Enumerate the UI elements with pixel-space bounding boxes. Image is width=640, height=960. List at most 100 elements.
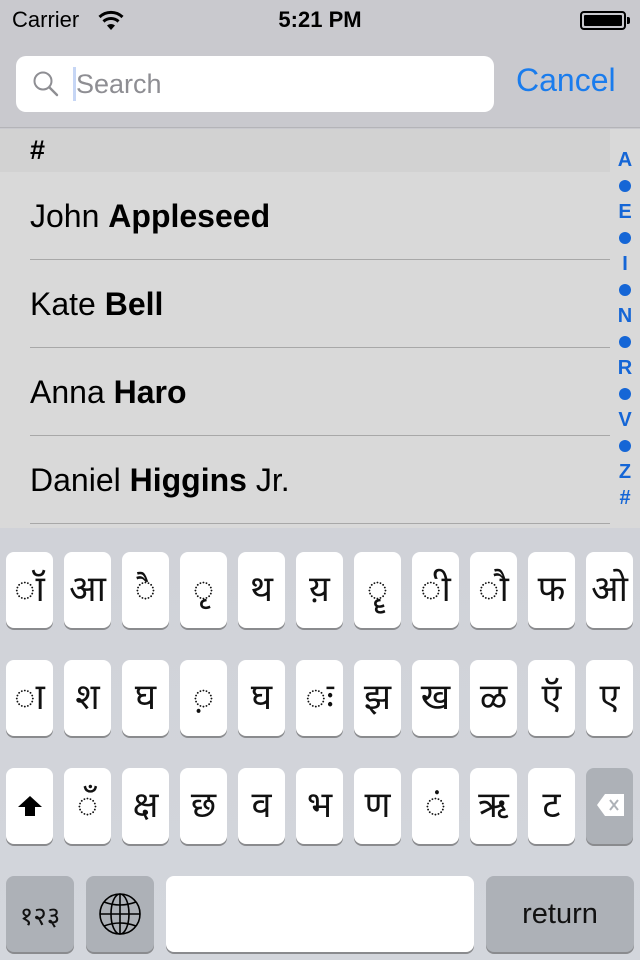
key[interactable]: ओ xyxy=(586,552,633,628)
index-letter-a[interactable]: A xyxy=(612,147,638,173)
key-label: ◌ः xyxy=(305,677,334,718)
last-name: Higgins xyxy=(129,462,247,498)
key[interactable]: ट xyxy=(528,768,575,844)
search-icon xyxy=(33,71,59,97)
key[interactable]: ए xyxy=(586,660,633,736)
key[interactable]: ऋ xyxy=(470,768,517,844)
key[interactable]: ◌ॄ xyxy=(354,552,401,628)
key-label: घ xyxy=(250,677,273,718)
clock: 5:21 PM xyxy=(278,7,362,32)
key[interactable]: ◌ी xyxy=(412,552,459,628)
key[interactable]: ◌ँ xyxy=(64,768,111,844)
key-label: झ xyxy=(363,677,392,718)
key[interactable]: ◌ृ xyxy=(180,552,227,628)
key[interactable]: आ xyxy=(64,552,111,628)
key-label: ◌ी xyxy=(420,569,451,610)
last-name: Bell xyxy=(104,286,164,322)
key-label: ◌ै xyxy=(134,569,157,610)
key-label: ◌़ xyxy=(192,677,215,718)
index-letter-v[interactable]: V xyxy=(612,407,638,433)
key[interactable]: ◌ं xyxy=(412,768,459,844)
key[interactable]: ऍ xyxy=(528,660,575,736)
key[interactable]: ◌ौ xyxy=(470,552,517,628)
space-key[interactable] xyxy=(166,876,474,952)
key-label: ए xyxy=(599,677,620,718)
contact-row[interactable]: Daniel Higgins Jr. xyxy=(0,436,610,524)
numbers-key[interactable]: १२३ xyxy=(6,876,74,952)
search-input[interactable] xyxy=(76,64,476,104)
battery-full-icon xyxy=(580,11,626,30)
section-header: # xyxy=(0,129,610,172)
key[interactable]: ◌़ xyxy=(180,660,227,736)
keyboard: ◌ॉ आ ◌ै ◌ृ थ य़ ◌ॄ ◌ी ◌ौ फ ओ ◌ा श घ ◌़ घ ◌ः झ ख ळ ऍ ए ◌ँ क्ष छ व भ… xyxy=(0,528,640,960)
contact-name: Anna Haro xyxy=(30,374,187,411)
contact-name: John Appleseed xyxy=(30,198,270,235)
key[interactable]: श xyxy=(64,660,111,736)
numbers-label: १२३ xyxy=(19,902,61,932)
index-dot[interactable] xyxy=(612,277,638,303)
key-label: ऋ xyxy=(478,785,509,826)
index-letter-e[interactable]: E xyxy=(612,199,638,225)
key[interactable]: ◌ै xyxy=(122,552,169,628)
index-dot[interactable] xyxy=(612,433,638,459)
key-label: भ xyxy=(306,785,333,826)
globe-icon xyxy=(99,893,141,935)
key[interactable]: छ xyxy=(180,768,227,844)
return-key[interactable]: return xyxy=(486,876,634,952)
key-label: ऍ xyxy=(541,677,562,718)
key[interactable]: फ xyxy=(528,552,575,628)
index-dot[interactable] xyxy=(612,329,638,355)
key-label: ◌ॄ xyxy=(366,569,389,610)
index-letter-i[interactable]: I xyxy=(612,251,638,277)
index-letter-r[interactable]: R xyxy=(612,355,638,381)
name-suffix: Jr. xyxy=(246,462,290,498)
key[interactable]: ळ xyxy=(470,660,517,736)
key-label: क्ष xyxy=(132,785,159,826)
key[interactable]: थ xyxy=(238,552,285,628)
globe-key[interactable] xyxy=(86,876,154,952)
cancel-button[interactable]: Cancel xyxy=(516,62,616,99)
key-label: श xyxy=(75,677,100,718)
key-label: ख xyxy=(420,677,451,718)
key[interactable]: घ xyxy=(238,660,285,736)
contacts-list[interactable]: # John Appleseed Kate Bell Anna Haro Daniel… xyxy=(0,129,640,528)
key[interactable]: ण xyxy=(354,768,401,844)
shift-key[interactable] xyxy=(6,768,53,844)
index-dot[interactable] xyxy=(612,173,638,199)
key-label: ◌ं xyxy=(424,785,447,826)
row-separator xyxy=(30,523,610,524)
key[interactable]: ख xyxy=(412,660,459,736)
delete-key[interactable] xyxy=(586,768,633,844)
key[interactable]: ◌ा xyxy=(6,660,53,736)
contact-row[interactable]: Anna Haro xyxy=(0,348,610,436)
key-label: ओ xyxy=(591,569,628,610)
key[interactable]: ◌ः xyxy=(296,660,343,736)
index-letter-n[interactable]: N xyxy=(612,303,638,329)
key[interactable]: व xyxy=(238,768,285,844)
section-index[interactable]: A E I N R V Z # xyxy=(612,147,638,511)
key-label: थ xyxy=(249,569,273,610)
key[interactable]: य़ xyxy=(296,552,343,628)
first-name: John xyxy=(30,198,109,234)
index-dot[interactable] xyxy=(612,381,638,407)
status-bar: Carrier 5:21 PM xyxy=(0,0,640,40)
contact-name: Kate Bell xyxy=(30,286,163,323)
key-label: फ xyxy=(537,569,566,610)
key[interactable]: घ xyxy=(122,660,169,736)
key[interactable]: क्ष xyxy=(122,768,169,844)
contact-row[interactable]: John Appleseed xyxy=(0,172,610,260)
index-letter-z[interactable]: Z xyxy=(612,459,638,485)
index-letter-hash[interactable]: # xyxy=(612,485,638,511)
index-dot[interactable] xyxy=(612,225,638,251)
contact-row[interactable]: Kate Bell xyxy=(0,260,610,348)
key[interactable]: ◌ॉ xyxy=(6,552,53,628)
key[interactable]: झ xyxy=(354,660,401,736)
key-label: ◌ौ xyxy=(478,569,509,610)
key-label: ण xyxy=(364,785,391,826)
key[interactable]: भ xyxy=(296,768,343,844)
search-field[interactable] xyxy=(16,56,494,112)
delete-icon xyxy=(597,794,624,816)
contact-name: Daniel Higgins Jr. xyxy=(30,462,290,499)
last-name: Haro xyxy=(113,374,187,410)
key-label: ◌ा xyxy=(14,677,45,718)
